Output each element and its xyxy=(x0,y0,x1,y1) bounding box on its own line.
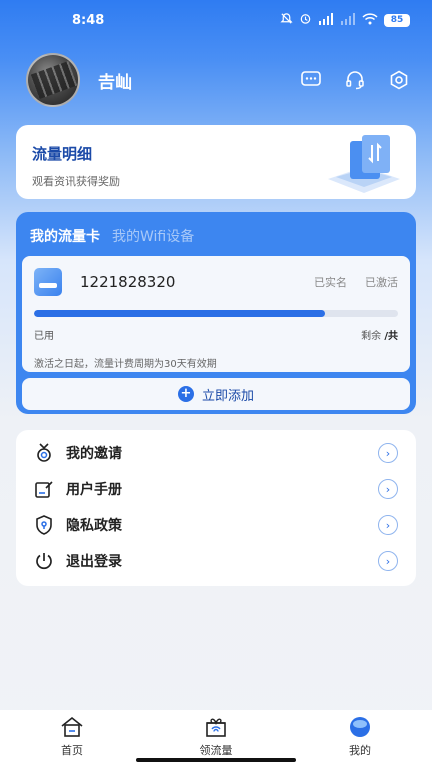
home-indicator xyxy=(136,758,296,762)
tab-mine-label: 我的 xyxy=(349,744,371,757)
message-icon[interactable] xyxy=(300,69,322,91)
username: 𠮷屾 xyxy=(98,72,132,93)
profile-globe-icon xyxy=(348,716,372,738)
headset-icon[interactable] xyxy=(344,69,366,91)
add-card-label: 立即添加 xyxy=(201,388,254,404)
tab-get-data[interactable]: 领流量 xyxy=(166,716,266,758)
shield-icon xyxy=(34,515,54,535)
usage-row: 已用 剩余 /共 xyxy=(34,327,398,342)
sim-tabs: 我的流量卡 我的Wifi设备 xyxy=(16,212,416,252)
alarm-icon xyxy=(299,12,312,28)
chevron-right-icon: › xyxy=(378,515,398,535)
medal-icon xyxy=(34,443,54,463)
power-icon xyxy=(34,551,54,571)
tab-my-data-card[interactable]: 我的流量卡 xyxy=(30,226,100,252)
menu-label-logout: 退出登录 xyxy=(66,554,122,570)
tab-mine[interactable]: 我的 xyxy=(310,716,410,758)
sim-card-header: 1221828320 已实名 已激活 xyxy=(34,268,398,296)
sim-card-number: 1221828320 xyxy=(80,273,176,291)
tab-home-label: 首页 xyxy=(61,744,83,757)
sim-card[interactable]: 1221828320 已实名 已激活 已用 剩余 /共 激活之日起，流量计费周期… xyxy=(22,256,410,372)
profile-header: 𠮷屾 xyxy=(26,53,410,107)
tab-home[interactable]: 首页 xyxy=(22,716,122,758)
signal-2-icon xyxy=(340,12,356,28)
status-bar: 8:48 85 xyxy=(0,0,432,40)
top-actions xyxy=(300,69,410,91)
menu-item-user-manual[interactable]: 用户手册 › xyxy=(16,471,416,507)
sim-panel: 我的流量卡 我的Wifi设备 1221828320 已实名 已激活 已用 剩余 … xyxy=(16,212,416,414)
mute-icon xyxy=(280,12,293,28)
menu-list: 我的邀请 › 用户手册 › 隐私政策 › 退出登录 › xyxy=(16,430,416,586)
menu-item-invitation[interactable]: 我的邀请 › xyxy=(16,435,416,471)
signal-icon xyxy=(318,12,334,28)
status-time: 8:48 xyxy=(72,12,105,28)
data-transfer-illustration-icon xyxy=(328,135,400,193)
remain-total: /共 xyxy=(384,331,398,342)
home-icon xyxy=(60,716,84,738)
settings-icon[interactable] xyxy=(388,69,410,91)
wifi-icon xyxy=(362,12,378,28)
chevron-right-icon: › xyxy=(378,443,398,463)
menu-label-user-manual: 用户手册 xyxy=(66,482,122,498)
remain-label: 剩余 xyxy=(361,331,382,342)
menu-item-logout[interactable]: 退出登录 › xyxy=(16,543,416,579)
tab-get-data-label: 领流量 xyxy=(199,744,233,757)
usage-progress-bar xyxy=(34,310,398,317)
chevron-right-icon: › xyxy=(378,551,398,571)
used-label: 已用 xyxy=(34,331,54,342)
add-card-button[interactable]: + 立即添加 xyxy=(22,378,410,410)
real-name-status: 已实名 xyxy=(314,276,347,289)
avatar[interactable] xyxy=(26,53,80,107)
status-icons: 85 xyxy=(280,12,410,28)
menu-item-privacy-policy[interactable]: 隐私政策 › xyxy=(16,507,416,543)
activation-status: 已激活 xyxy=(365,276,398,289)
billing-note: 激活之日起，流量计费周期为30天有效期 xyxy=(34,359,217,370)
menu-label-privacy-policy: 隐私政策 xyxy=(66,518,122,534)
usage-progress-fill xyxy=(34,310,326,317)
gift-wifi-icon xyxy=(204,716,228,738)
menu-label-invitation: 我的邀请 xyxy=(66,446,122,462)
battery-indicator: 85 xyxy=(384,13,410,27)
flow-detail-card[interactable]: 流量明细 观看资讯获得奖励 xyxy=(16,125,416,199)
plus-circle-icon: + xyxy=(177,386,194,402)
chevron-right-icon: › xyxy=(378,479,398,499)
remain-info: 剩余 /共 xyxy=(361,327,398,342)
edit-doc-icon xyxy=(34,479,54,499)
sim-card-icon xyxy=(34,268,62,296)
tab-my-wifi-device[interactable]: 我的Wifi设备 xyxy=(112,226,194,252)
